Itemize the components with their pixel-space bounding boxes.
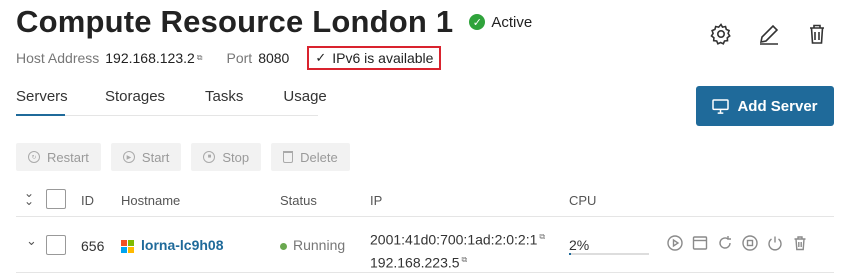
ip-cell: 2001:41d0:700:1ad:2:0:2:1 ⧉ 192.168.223.5…	[370, 227, 545, 272]
tab-tasks[interactable]: Tasks	[205, 86, 243, 115]
table-row: ⌄ 656 lorna-lc9h08 Running 2001:41d0:700…	[16, 217, 834, 273]
restart-icon: ↻	[28, 151, 40, 163]
host-address-label: Host Address	[16, 50, 100, 66]
trash-icon	[283, 151, 294, 163]
restart-button[interactable]: ↻ Restart	[16, 143, 101, 171]
windows-icon	[121, 239, 134, 253]
expand-all-chevron-icon[interactable]: ⌄ ⌄	[24, 187, 34, 207]
hostname-link[interactable]: lorna-lc9h08	[141, 237, 223, 253]
port-value: 8080	[258, 50, 290, 66]
tab-bar: Servers Storages Tasks Usage	[16, 86, 327, 116]
hostname-cell: lorna-lc9h08	[121, 237, 223, 253]
add-server-label: Add Server	[737, 97, 818, 115]
copy-icon[interactable]: ⧉	[462, 255, 468, 264]
stop-button[interactable]: ■ Stop	[191, 143, 262, 171]
port-group: Port 8080	[227, 50, 290, 66]
power-icon[interactable]	[767, 235, 783, 251]
row-checkbox[interactable]	[46, 235, 66, 255]
stop-icon: ■	[203, 151, 216, 163]
host-address-value: 192.168.123.2	[105, 50, 195, 66]
page-title: Compute Resource London 1	[16, 4, 454, 39]
check-circle-icon: ✓	[469, 14, 486, 30]
table-header: ⌄ ⌄ ID Hostname Status IP CPU	[16, 183, 834, 217]
row-id: 656	[81, 238, 105, 254]
tab-servers[interactable]: Servers	[16, 86, 68, 116]
pencil-icon[interactable]	[755, 20, 783, 48]
status-text: Active	[491, 13, 533, 31]
col-status: Status	[280, 193, 317, 208]
title-row: Compute Resource London 1 ✓ Active	[16, 4, 532, 40]
expand-row-chevron-icon[interactable]: ⌄	[26, 233, 37, 249]
copy-icon[interactable]: ⧉	[539, 232, 545, 241]
host-meta: Host Address 192.168.123.2 ⧉ Port 8080 ✓…	[16, 46, 442, 70]
row-actions	[667, 235, 808, 251]
col-ip: IP	[370, 193, 383, 208]
cpu-value: 2%	[569, 237, 590, 253]
start-label: Start	[141, 149, 170, 165]
ipv6-text: IPv6 is available	[332, 50, 434, 66]
running-dot-icon	[280, 242, 287, 250]
console-icon[interactable]	[692, 235, 708, 251]
header-actions	[707, 20, 831, 48]
status-badge: ✓ Active	[469, 14, 532, 31]
checkmark-icon: ✓	[315, 50, 327, 65]
port-label: Port	[226, 50, 253, 66]
status-cell: Running	[280, 237, 345, 253]
stop-icon[interactable]	[742, 235, 758, 251]
cpu-cell: 2%	[569, 237, 649, 255]
restart-label: Restart	[47, 149, 89, 165]
delete-button[interactable]: Delete	[271, 143, 350, 171]
col-id: ID	[81, 193, 94, 208]
col-cpu: CPU	[569, 193, 597, 208]
col-hostname: Hostname	[121, 193, 181, 208]
play-icon[interactable]	[667, 235, 683, 251]
ip-primary: 2001:41d0:700:1ad:2:0:2:1	[370, 231, 538, 248]
play-icon: ▶	[122, 151, 135, 163]
gear-icon[interactable]	[707, 20, 735, 48]
tab-usage[interactable]: Usage	[283, 86, 326, 115]
delete-label: Delete	[300, 149, 338, 165]
tab-storages[interactable]: Storages	[105, 86, 165, 115]
add-server-button[interactable]: Add Server	[696, 86, 834, 126]
cpu-bar-fill	[569, 253, 571, 255]
status-running: Running	[293, 237, 346, 253]
start-button[interactable]: ▶ Start	[110, 143, 182, 171]
ipv6-indicator: ✓ IPv6 is available	[307, 46, 442, 70]
copy-icon[interactable]: ⧉	[197, 53, 203, 63]
select-all-checkbox[interactable]	[46, 189, 66, 209]
monitor-icon	[712, 98, 730, 114]
trash-icon[interactable]	[803, 20, 831, 48]
cpu-bar	[569, 253, 649, 255]
trash-icon[interactable]	[792, 235, 808, 251]
bulk-toolbar: ↻ Restart ▶ Start ■ Stop Delete	[16, 143, 350, 171]
stop-label: Stop	[222, 149, 250, 165]
ip-secondary: 192.168.223.5	[370, 254, 460, 271]
restart-icon[interactable]	[717, 235, 733, 251]
